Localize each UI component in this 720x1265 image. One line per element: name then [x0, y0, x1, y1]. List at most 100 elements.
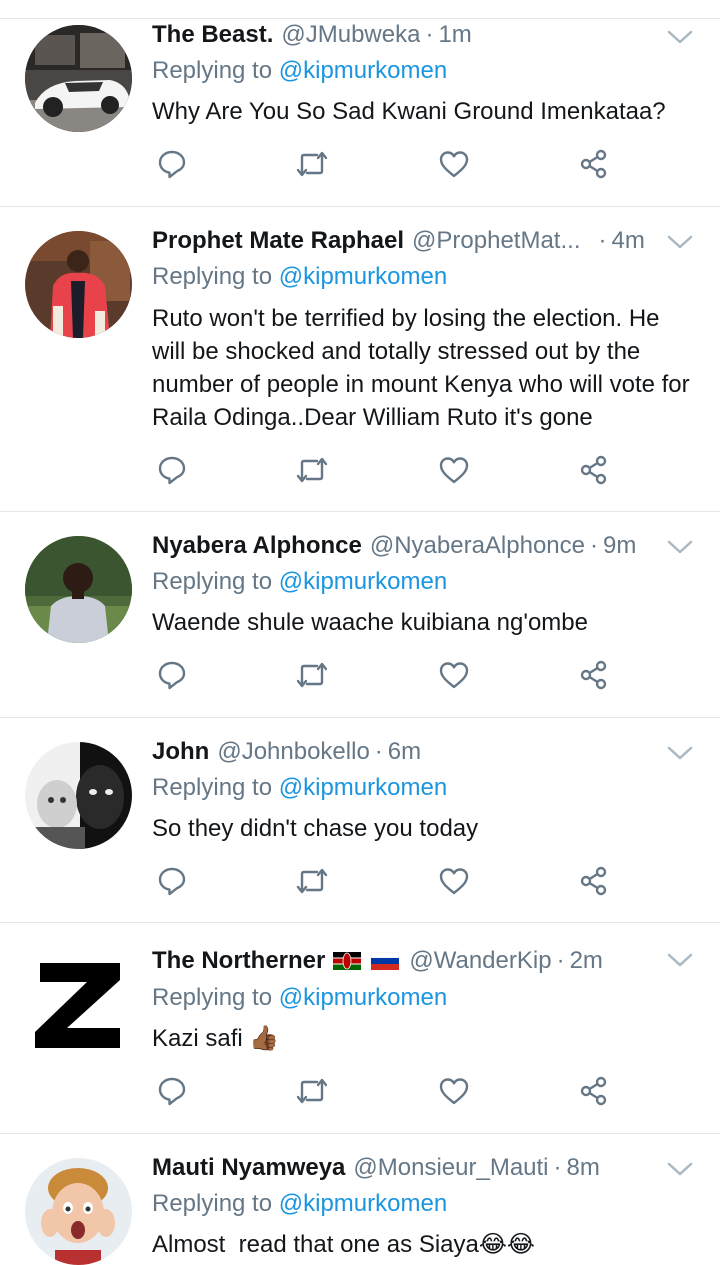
author-name[interactable]: The Beast.	[152, 21, 273, 49]
tweet[interactable]: The Beast. @JMubweka · 1m Replying to @k…	[0, 0, 720, 206]
replying-to: Replying to @kipmurkomen	[152, 568, 447, 596]
share-button[interactable]	[574, 863, 614, 899]
share-button[interactable]	[574, 452, 614, 488]
like-button[interactable]	[434, 1073, 474, 1109]
reply-button[interactable]	[152, 1073, 192, 1109]
replying-to: Replying to @kipmurkomen	[152, 774, 447, 802]
chevron-down-icon[interactable]	[666, 27, 694, 47]
share-icon	[580, 149, 607, 179]
timestamp[interactable]: 2m	[570, 947, 603, 975]
retweet-icon	[296, 868, 328, 894]
reply-button[interactable]	[152, 452, 192, 488]
like-button[interactable]	[434, 657, 474, 693]
separator-dot: ·	[374, 738, 383, 765]
mention-link[interactable]: @kipmurkomen	[279, 57, 447, 84]
retweet-button[interactable]	[292, 1073, 332, 1109]
tweet-text: Almost read that one as Siaya😂😂	[152, 1231, 535, 1258]
avatar[interactable]	[25, 948, 132, 1055]
avatar[interactable]	[25, 742, 132, 849]
like-icon	[439, 662, 469, 689]
author-name[interactable]: John	[152, 738, 209, 766]
mention-link[interactable]: @kipmurkomen	[279, 568, 447, 595]
tweet-actions	[152, 452, 622, 488]
retweet-button[interactable]	[292, 146, 332, 182]
tweet-text: Ruto won't be terrified by losing the el…	[152, 305, 697, 431]
timestamp[interactable]: 8m	[567, 1154, 600, 1182]
avatar-image	[25, 742, 132, 849]
chevron-down-icon[interactable]	[666, 537, 694, 557]
avatar-image	[25, 536, 132, 643]
tweet-actions	[152, 1073, 622, 1109]
replying-prefix: Replying to	[152, 568, 273, 595]
like-icon	[439, 151, 469, 178]
avatar[interactable]	[25, 1158, 132, 1265]
timestamp[interactable]: 9m	[603, 532, 636, 560]
tweet[interactable]: Prophet Mate Raphael @ProphetMat... · 4m…	[0, 207, 720, 511]
avatar[interactable]	[25, 25, 132, 132]
reply-icon	[158, 1077, 186, 1106]
russia-flag-icon	[371, 952, 400, 970]
retweet-icon	[296, 457, 328, 483]
retweet-button[interactable]	[292, 657, 332, 693]
tweet-text: Waende shule waache kuibiana ng'ombe	[152, 609, 588, 636]
retweet-button[interactable]	[292, 863, 332, 899]
author-name[interactable]: Nyabera Alphonce	[152, 532, 362, 560]
author-handle[interactable]: @WanderKip	[409, 947, 551, 975]
author-name[interactable]: Mauti Nyamweya	[152, 1154, 345, 1182]
avatar[interactable]	[25, 536, 132, 643]
chevron-down-icon[interactable]	[666, 950, 694, 970]
share-button[interactable]	[574, 657, 614, 693]
tweet[interactable]: Nyabera Alphonce @NyaberaAlphonce · 9m R…	[0, 512, 720, 717]
share-button[interactable]	[574, 146, 614, 182]
reply-button[interactable]	[152, 657, 192, 693]
timestamp[interactable]: 6m	[388, 738, 421, 766]
share-icon	[580, 660, 607, 690]
share-icon	[580, 455, 607, 485]
tweet-header: The Northerner @WanderKip · 2m	[152, 944, 660, 978]
retweet-button[interactable]	[292, 452, 332, 488]
mention-link[interactable]: @kipmurkomen	[279, 774, 447, 801]
like-button[interactable]	[434, 146, 474, 182]
avatar[interactable]	[25, 231, 132, 338]
author-name[interactable]: The Northerner	[152, 947, 325, 975]
author-handle[interactable]: @ProphetMat...	[412, 227, 580, 255]
mention-link[interactable]: @kipmurkomen	[279, 984, 447, 1011]
tweet[interactable]: John @Johnbokello · 6m Replying to @kipm…	[0, 718, 720, 922]
replying-prefix: Replying to	[152, 984, 273, 1011]
author-handle[interactable]: @Monsieur_Mauti	[353, 1154, 548, 1182]
like-icon	[439, 457, 469, 484]
reply-icon	[158, 456, 186, 485]
tweet-header: John @Johnbokello · 6m	[152, 735, 660, 769]
mention-link[interactable]: @kipmurkomen	[279, 1190, 447, 1217]
author-handle[interactable]: @NyaberaAlphonce	[370, 532, 585, 560]
author-handle[interactable]: @JMubweka	[281, 21, 420, 49]
replying-to: Replying to @kipmurkomen	[152, 57, 447, 85]
tweet-header: Nyabera Alphonce @NyaberaAlphonce · 9m	[152, 529, 660, 563]
chevron-down-icon[interactable]	[666, 232, 694, 252]
tweet[interactable]: Mauti Nyamweya @Monsieur_Mauti · 8m Repl…	[0, 1134, 720, 1265]
tweet-header: Mauti Nyamweya @Monsieur_Mauti · 8m	[152, 1151, 660, 1185]
retweet-icon	[296, 151, 328, 177]
replying-prefix: Replying to	[152, 57, 273, 84]
retweet-icon	[296, 662, 328, 688]
separator-dot: ·	[598, 227, 607, 254]
tweet-header: The Beast. @JMubweka · 1m	[152, 18, 660, 52]
author-handle[interactable]: @Johnbokello	[217, 738, 369, 766]
tweet[interactable]: The Northerner @WanderKip · 2m Replying …	[0, 923, 720, 1133]
author-name[interactable]: Prophet Mate Raphael	[152, 227, 404, 255]
like-button[interactable]	[434, 452, 474, 488]
timestamp[interactable]: 4m	[611, 227, 644, 255]
tweet-text: Why Are You So Sad Kwani Ground Imenkata…	[152, 98, 666, 125]
tweet-text: So they didn't chase you today	[152, 815, 479, 842]
reply-button[interactable]	[152, 146, 192, 182]
reply-icon	[158, 867, 186, 896]
like-icon	[439, 1078, 469, 1105]
like-icon	[439, 868, 469, 895]
chevron-down-icon[interactable]	[666, 1159, 694, 1179]
like-button[interactable]	[434, 863, 474, 899]
timestamp[interactable]: 1m	[438, 21, 471, 49]
reply-button[interactable]	[152, 863, 192, 899]
mention-link[interactable]: @kipmurkomen	[279, 263, 447, 290]
chevron-down-icon[interactable]	[666, 743, 694, 763]
share-button[interactable]	[574, 1073, 614, 1109]
